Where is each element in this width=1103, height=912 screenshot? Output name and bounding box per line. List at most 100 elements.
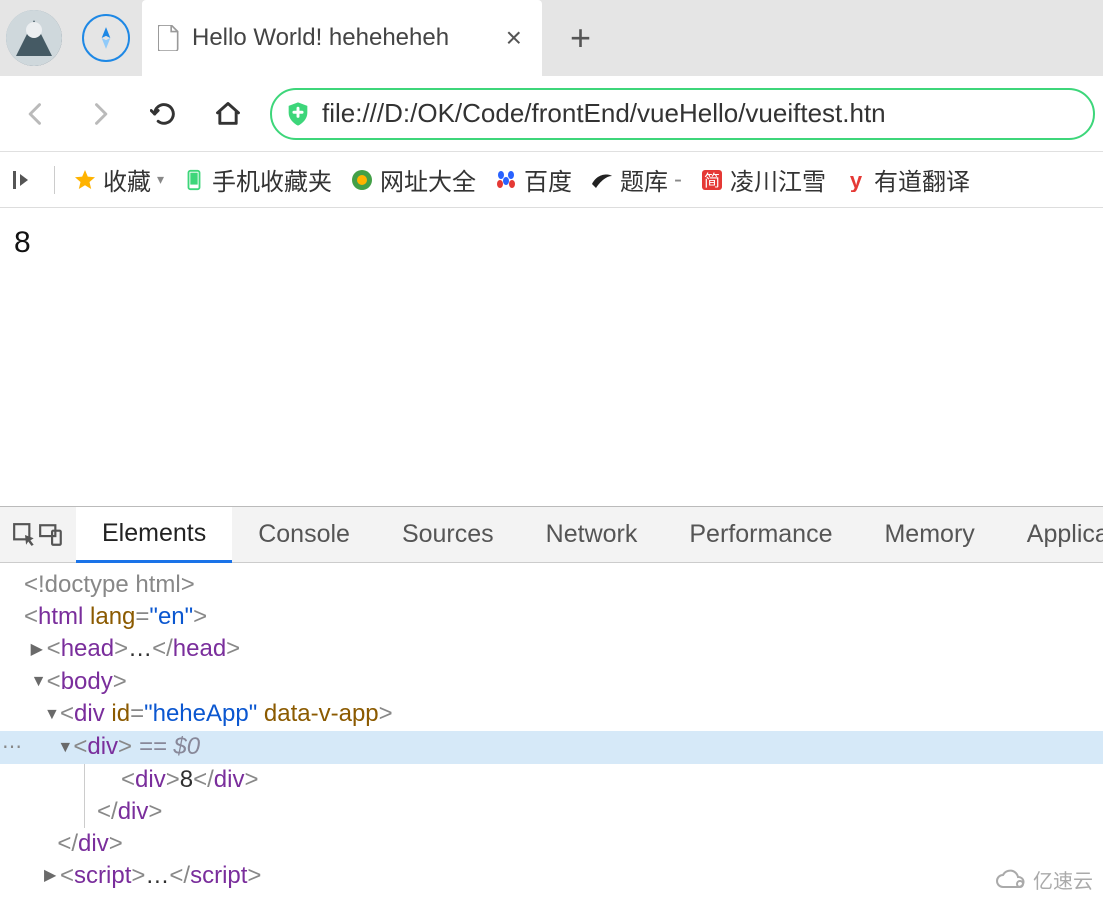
phone-icon	[182, 168, 206, 192]
reload-button[interactable]	[136, 86, 192, 142]
tab-performance[interactable]: Performance	[663, 507, 858, 563]
bookmark-baidu[interactable]: 百度	[494, 162, 572, 197]
tag: html	[38, 603, 83, 630]
dom-line[interactable]: <!doctype html>	[0, 569, 1103, 601]
rendered-value: 8	[14, 226, 31, 259]
svg-text:简: 简	[704, 172, 720, 190]
sidebar-toggle[interactable]	[12, 168, 36, 192]
back-button[interactable]	[8, 86, 64, 142]
home-button[interactable]	[200, 86, 256, 142]
ellipsis: …	[128, 635, 152, 662]
file-icon	[158, 25, 180, 51]
tag: div	[214, 766, 245, 793]
dom-line[interactable]: ▼<div id="heheApp" data-v-app>	[0, 698, 1103, 731]
devtools-panel: Elements Console Sources Network Perform…	[0, 506, 1103, 912]
bookmark-label: 百度	[524, 162, 572, 197]
text-node: 8	[180, 766, 193, 793]
bookmark-label: 网址大全	[380, 162, 476, 197]
page-content: 8	[0, 208, 1103, 506]
ellipsis: …	[145, 862, 169, 889]
tag: head	[173, 635, 226, 662]
dom-line[interactable]: <div>8</div>	[84, 764, 1103, 796]
bookmark-360dir[interactable]: 网址大全	[350, 162, 476, 197]
tag: script	[74, 862, 131, 889]
bookmark-lingchuan[interactable]: 简 凌川江雪	[700, 162, 826, 197]
ball-360-icon	[350, 168, 374, 192]
tab-label: Network	[546, 520, 638, 549]
new-tab-button[interactable]: +	[570, 17, 591, 59]
tag: div	[118, 798, 149, 825]
tag: script	[190, 862, 247, 889]
dom-line[interactable]: </div>	[0, 828, 1103, 860]
dom-line-selected[interactable]: ▼<div> == $0	[0, 731, 1103, 764]
bookmark-label: 题库	[620, 162, 668, 197]
val: "en"	[149, 603, 193, 630]
dom-line[interactable]: ▶<head>…</head>	[0, 633, 1103, 666]
selection-marker: == $0	[132, 733, 200, 760]
tab-title: Hello World! heheheheh	[192, 24, 490, 52]
chevron-down-icon: ▾	[157, 171, 164, 188]
tab-network[interactable]: Network	[520, 507, 664, 563]
tab-console[interactable]: Console	[232, 507, 376, 563]
bookmark-youdao[interactable]: y 有道翻译	[844, 162, 970, 197]
devtools-tabs: Elements Console Sources Network Perform…	[0, 507, 1103, 563]
tab-application[interactable]: Applicat	[1001, 507, 1103, 563]
watermark-text: 亿速云	[1033, 865, 1093, 894]
svg-text:y: y	[850, 168, 863, 192]
tab-label: Elements	[102, 519, 206, 548]
profile-avatar[interactable]	[6, 10, 62, 66]
star-icon	[73, 168, 97, 192]
device-toggle-icon[interactable]	[38, 513, 64, 557]
close-icon[interactable]: ×	[502, 22, 526, 54]
doctype-text: <!doctype html>	[24, 571, 195, 598]
tab-label: Applicat	[1027, 520, 1103, 549]
tag: body	[61, 668, 113, 695]
bookmark-suffix: -	[674, 166, 682, 194]
browser-nav-bar: file:///D:/OK/Code/frontEnd/vueHello/vue…	[0, 76, 1103, 152]
url-text: file:///D:/OK/Code/frontEnd/vueHello/vue…	[322, 98, 886, 129]
tab-elements[interactable]: Elements	[76, 507, 232, 563]
tab-label: Performance	[689, 520, 832, 549]
bookmark-label: 凌川江雪	[730, 162, 826, 197]
inspect-icon[interactable]	[12, 513, 38, 557]
bookmark-label: 有道翻译	[874, 162, 970, 197]
cloud-icon	[995, 869, 1027, 891]
bookmark-label: 手机收藏夹	[212, 162, 332, 197]
compass-icon[interactable]	[82, 14, 130, 62]
dom-line[interactable]: ▼<body>	[0, 666, 1103, 699]
watermark: 亿速云	[995, 865, 1093, 894]
collapse-arrow-icon[interactable]: ▼	[31, 666, 47, 698]
bookmark-bar: 收藏 ▾ 手机收藏夹 网址大全 百度 题库 - 简 凌川江雪 y 有道翻译	[0, 152, 1103, 208]
youdao-icon: y	[844, 168, 868, 192]
jian-icon: 简	[700, 168, 724, 192]
shield-icon	[284, 100, 312, 128]
bookmark-mobile-fav[interactable]: 手机收藏夹	[182, 162, 332, 197]
val: "heheApp"	[144, 700, 257, 727]
forward-button[interactable]	[72, 86, 128, 142]
browser-tab[interactable]: Hello World! heheheheh ×	[142, 0, 542, 76]
separator	[54, 166, 55, 194]
expand-arrow-icon[interactable]: ▶	[31, 634, 47, 666]
attr: data-v-app	[264, 700, 379, 727]
collapse-arrow-icon[interactable]: ▼	[57, 732, 73, 764]
dom-line[interactable]: <html lang="en">	[0, 601, 1103, 633]
tab-sources[interactable]: Sources	[376, 507, 520, 563]
expand-arrow-icon[interactable]: ▶	[44, 860, 60, 892]
tab-label: Memory	[884, 520, 974, 549]
baidu-icon	[494, 168, 518, 192]
tag: div	[135, 766, 166, 793]
bookmark-label: 收藏	[103, 162, 151, 197]
tag: div	[78, 830, 109, 857]
bookmark-favorites[interactable]: 收藏 ▾	[73, 162, 164, 197]
dom-line[interactable]: ▶<script>…</script>	[0, 860, 1103, 893]
browser-tab-bar: Hello World! heheheheh × +	[0, 0, 1103, 76]
tag: div	[87, 733, 118, 760]
collapse-arrow-icon[interactable]: ▼	[44, 699, 60, 731]
tab-memory[interactable]: Memory	[858, 507, 1000, 563]
attr: id	[111, 700, 130, 727]
dom-line[interactable]: </div>	[84, 796, 1103, 828]
url-bar[interactable]: file:///D:/OK/Code/frontEnd/vueHello/vue…	[270, 88, 1095, 140]
tab-label: Sources	[402, 520, 494, 549]
bookmark-tiku[interactable]: 题库 -	[590, 162, 682, 197]
devtools-elements-tree[interactable]: <!doctype html> <html lang="en"> ▶<head>…	[0, 563, 1103, 912]
